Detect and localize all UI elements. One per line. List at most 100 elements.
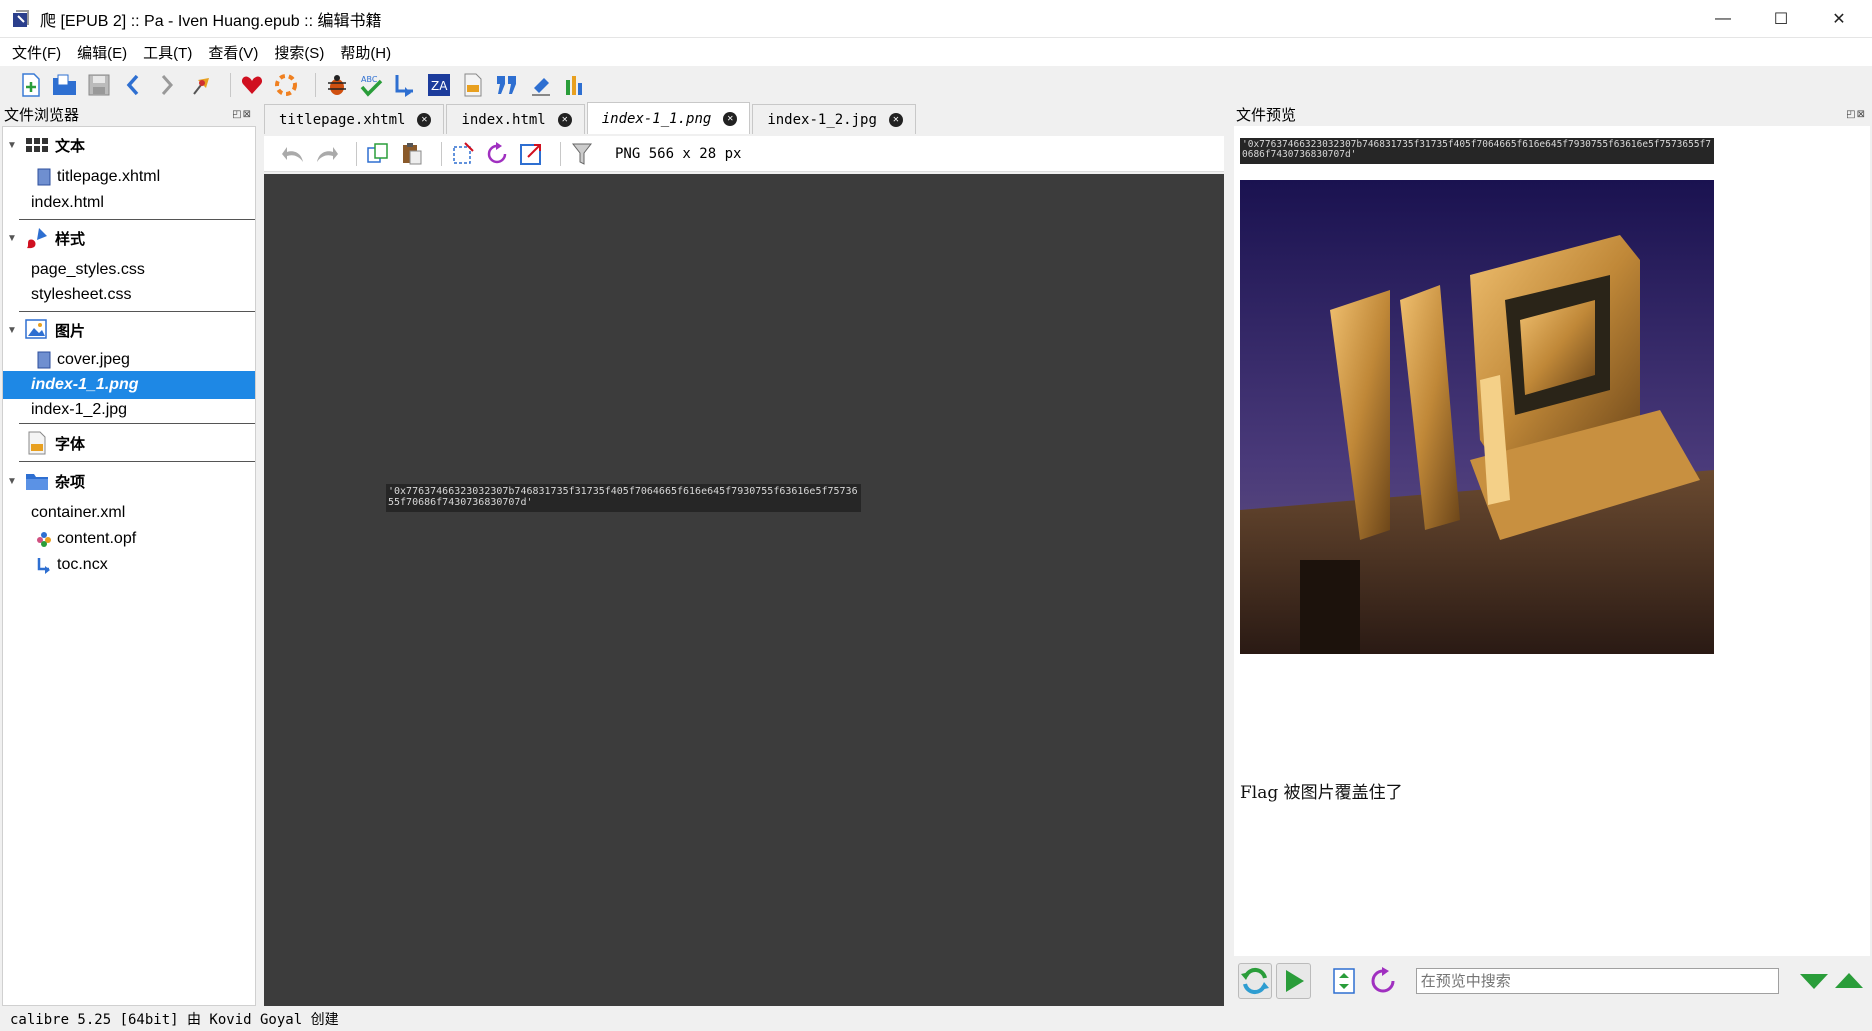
trim-image-button[interactable] [450, 141, 476, 167]
file-item-index-html[interactable]: index.html [3, 189, 255, 217]
edit-metadata-button[interactable]: ZA [426, 72, 452, 98]
menu-view[interactable]: 查看(V) [200, 42, 266, 63]
font-file-icon [464, 73, 482, 97]
file-item-stylesheet[interactable]: stylesheet.css [3, 281, 255, 309]
reload-button[interactable] [1365, 963, 1399, 999]
image-canvas[interactable]: '0x77637466323032307b746831735f31735f405… [264, 174, 1224, 1006]
crop-icon [453, 141, 474, 164]
fonts-report-button[interactable] [460, 72, 486, 98]
category-images[interactable]: ▼ 图片 [3, 312, 255, 348]
chevron-left-icon [126, 74, 139, 96]
expand-triangle-icon[interactable]: ▼ [7, 233, 21, 244]
preview-cover-image [1240, 180, 1714, 654]
filters-button[interactable] [569, 141, 595, 167]
sync-scroll-button[interactable] [1327, 963, 1361, 999]
spellcheck-icon: ABC [360, 75, 383, 97]
expand-triangle-icon[interactable]: ▼ [7, 476, 21, 487]
help-button[interactable] [273, 72, 299, 98]
tab-titlepage[interactable]: titlepage.xhtml ✕ [264, 104, 445, 134]
new-file-button[interactable] [18, 72, 44, 98]
close-tab-icon[interactable]: ✕ [557, 112, 572, 127]
arrow-up-icon [1834, 973, 1863, 988]
file-item-titlepage[interactable]: titlepage.xhtml [3, 163, 255, 191]
insert-quotes-button[interactable] [494, 72, 520, 98]
document-icon [37, 351, 51, 369]
preview-toolbar [1234, 956, 1870, 1006]
resize-image-button[interactable] [518, 141, 544, 167]
menu-file[interactable]: 文件(F) [4, 42, 69, 63]
expand-triangle-icon[interactable]: ▼ [7, 325, 21, 336]
copy-image-button[interactable] [365, 141, 391, 167]
undo-icon [282, 146, 303, 162]
paintbrush-icon [27, 228, 47, 249]
open-book-button[interactable] [52, 72, 78, 98]
minimize-button[interactable]: — [1694, 0, 1752, 38]
search-previous-button[interactable] [1832, 963, 1866, 999]
close-tab-icon[interactable]: ✕ [888, 112, 903, 127]
file-item-cover[interactable]: cover.jpeg [3, 346, 255, 374]
spellcheck-button[interactable]: ABC [358, 72, 384, 98]
toc-icon [37, 558, 50, 574]
file-item-content-opf[interactable]: content.opf [3, 525, 255, 553]
category-label: 图片 [55, 322, 86, 340]
beautify-button[interactable] [528, 72, 554, 98]
redo-button[interactable] [314, 141, 340, 167]
image-icon [25, 319, 47, 339]
close-tab-icon[interactable]: ✕ [417, 112, 432, 127]
check-book-button[interactable] [324, 72, 350, 98]
preview-search-input[interactable] [1415, 968, 1780, 994]
checkpoint-button[interactable] [188, 72, 214, 98]
menu-edit[interactable]: 编辑(E) [69, 42, 135, 63]
category-fonts[interactable]: 字体 [3, 425, 255, 461]
file-item-page-styles[interactable]: page_styles.css [3, 256, 255, 284]
save-icon [88, 74, 110, 96]
expand-triangle-icon[interactable]: ▼ [7, 140, 21, 151]
toc-icon [395, 75, 413, 97]
divider [19, 461, 255, 462]
undo-button[interactable] [280, 141, 306, 167]
menu-tools[interactable]: 工具(T) [135, 42, 200, 63]
open-folder-icon [53, 74, 76, 95]
category-misc[interactable]: ▼ 杂项 [3, 463, 255, 499]
menu-help[interactable]: 帮助(H) [332, 42, 399, 63]
refresh-preview-button[interactable] [1238, 963, 1273, 999]
file-item-index-1-1-png[interactable]: index-1_1.png [3, 371, 255, 399]
file-browser-panel: 文件浏览器 ◰⊠ ▼ 文本 titlepage.xhtml index.html… [0, 104, 258, 1006]
file-item-toc-ncx[interactable]: toc.ncx [3, 551, 255, 579]
category-text[interactable]: ▼ 文本 [3, 127, 255, 163]
paste-image-button[interactable] [399, 141, 425, 167]
panel-float-close-icons[interactable]: ◰⊠ [232, 109, 252, 120]
close-window-button[interactable]: ✕ [1810, 0, 1868, 38]
file-item-index-1-2-jpg[interactable]: index-1_2.jpg [3, 396, 255, 424]
tab-label: titlepage.xhtml [279, 111, 406, 128]
close-tab-icon[interactable]: ✕ [723, 111, 738, 126]
file-browser-title: 文件浏览器 [4, 106, 80, 124]
auto-refresh-button[interactable] [1276, 963, 1311, 999]
tab-index-1-2-jpg[interactable]: index-1_2.jpg ✕ [752, 104, 916, 134]
tab-index-html[interactable]: index.html ✕ [446, 104, 585, 134]
forward-button[interactable] [154, 72, 180, 98]
rotate-image-button[interactable] [484, 141, 510, 167]
search-next-button[interactable] [1797, 963, 1831, 999]
redo-icon [317, 146, 338, 162]
file-tree: ▼ 文本 titlepage.xhtml index.html ▼ 样式 pag… [2, 126, 256, 1006]
save-button[interactable] [86, 72, 112, 98]
file-browser-header: 文件浏览器 ◰⊠ [0, 104, 258, 124]
reports-button[interactable] [562, 72, 588, 98]
sync-icon [1333, 968, 1355, 994]
panel-float-close-icons[interactable]: ◰⊠ [1846, 109, 1866, 120]
tab-index-1-1-png[interactable]: index-1_1.png ✕ [586, 102, 751, 134]
donate-button[interactable] [239, 72, 265, 98]
file-item-container-xml[interactable]: container.xml [3, 499, 255, 527]
back-button[interactable] [120, 72, 146, 98]
menu-search[interactable]: 搜索(S) [266, 42, 332, 63]
category-styles[interactable]: ▼ 样式 [3, 220, 255, 256]
preview-hex-text: '0x77637466323032307b746831735f31735f405… [1240, 138, 1714, 164]
image-info: PNG 566 x 28 px [615, 145, 742, 162]
editor-area: titlepage.xhtml ✕ index.html ✕ index-1_1… [264, 102, 1224, 1006]
divider [19, 423, 255, 424]
maximize-button[interactable]: ☐ [1752, 0, 1810, 38]
title-bar: 爬 [EPUB 2] :: Pa - Iven Huang.epub :: 编辑… [0, 0, 1872, 38]
heart-icon [241, 76, 263, 94]
table-of-contents-button[interactable] [392, 72, 418, 98]
